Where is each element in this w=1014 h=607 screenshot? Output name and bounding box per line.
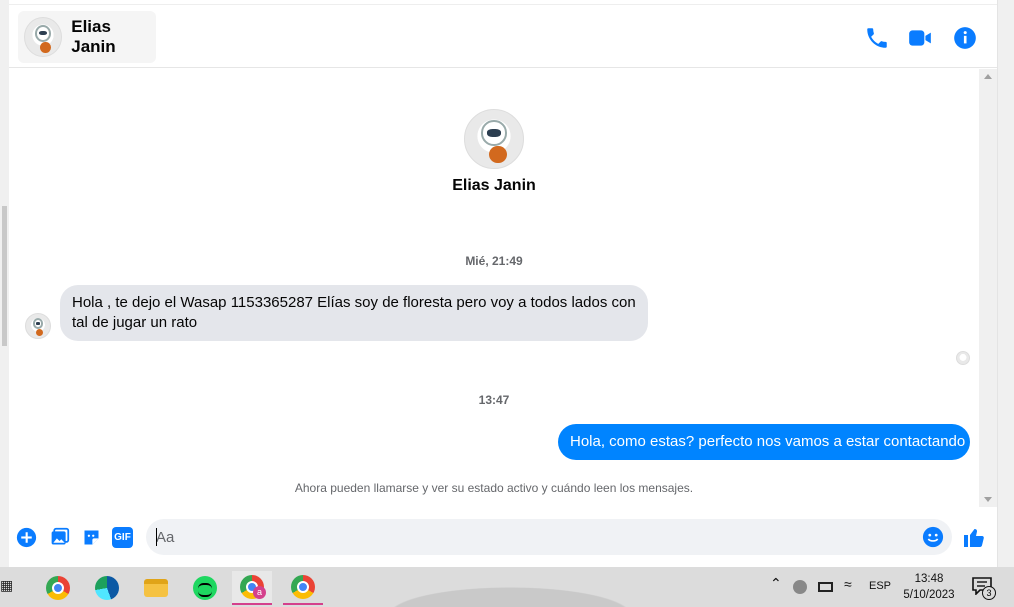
message-list[interactable]: Elias Janin Mié, 21:49 Hola , te dejo el…: [9, 69, 977, 507]
task-view-icon[interactable]: ▦: [0, 577, 16, 595]
gif-icon[interactable]: GIF: [112, 527, 133, 548]
profile-avatar[interactable]: [464, 109, 524, 169]
emoji-icon[interactable]: [922, 526, 944, 548]
phone-icon[interactable]: [864, 25, 890, 51]
file-explorer-icon: [144, 579, 168, 597]
message-composer: GIF: [9, 507, 997, 567]
spotify-icon: [193, 576, 217, 600]
edge-icon: [95, 576, 119, 600]
image-icon[interactable]: [49, 527, 70, 548]
message-timestamp: Mié, 21:49: [465, 254, 523, 268]
chat-window: Elias Janin Elias Janin Mié, 21:49 Hola …: [9, 0, 997, 567]
taskbar-edge[interactable]: [87, 571, 127, 605]
contact-name: Elias Janin: [71, 17, 116, 56]
thumbs-up-icon[interactable]: [962, 525, 986, 549]
video-camera-icon[interactable]: [907, 25, 933, 51]
status-notice: Ahora pueden llamarse y ver su estado ac…: [294, 481, 694, 495]
chrome-icon: [291, 575, 315, 599]
chrome-icon: [46, 576, 70, 600]
clock-time: 13:48: [914, 573, 944, 585]
notification-count-badge: 3: [982, 586, 996, 600]
onedrive-error-icon[interactable]: [793, 580, 807, 594]
language-indicator[interactable]: ESP: [869, 580, 891, 592]
incoming-message[interactable]: Hola , te dejo el Wasap 1153365287 Elías…: [60, 285, 648, 341]
show-hidden-icons-chevron-icon[interactable]: ⌃: [770, 575, 782, 592]
scroll-up-arrow-icon[interactable]: [984, 74, 992, 79]
message-input[interactable]: [156, 519, 916, 555]
taskbar-wallpaper: [300, 567, 720, 607]
basketball-icon: [489, 145, 507, 164]
scrollbar-thumb[interactable]: [2, 206, 7, 346]
outgoing-message[interactable]: Hola, como estas? perfecto nos vamos a e…: [558, 424, 970, 460]
info-icon[interactable]: [952, 25, 978, 51]
wifi-icon[interactable]: ≈: [844, 576, 852, 592]
battery-icon[interactable]: [818, 582, 833, 592]
sender-avatar[interactable]: [25, 313, 51, 339]
astronaut-icon: [35, 24, 52, 42]
message-input-wrapper[interactable]: [146, 519, 952, 555]
message-scrollbar[interactable]: [979, 69, 997, 507]
astronaut-icon: [481, 120, 507, 146]
taskbar-spotify[interactable]: [185, 571, 225, 605]
message-timestamp: 13:47: [478, 393, 510, 407]
taskbar-file-explorer[interactable]: [136, 571, 176, 605]
chat-header: Elias Janin: [9, 4, 997, 68]
taskbar-chrome-2[interactable]: [283, 571, 323, 605]
screen: Elias Janin Elias Janin Mié, 21:49 Hola …: [0, 0, 1014, 607]
profile-badge: a: [253, 586, 266, 599]
basketball-icon: [36, 328, 44, 337]
clock-date: 5/10/2023: [903, 589, 955, 601]
text-caret: [156, 528, 157, 546]
plus-circle-icon[interactable]: [16, 527, 37, 548]
scroll-down-arrow-icon[interactable]: [984, 497, 992, 502]
system-clock[interactable]: 13:48 5/10/2023: [896, 571, 962, 603]
taskbar-chrome-profile[interactable]: a: [232, 571, 272, 605]
contact-button[interactable]: Elias Janin: [18, 11, 156, 63]
astronaut-icon: [32, 318, 44, 329]
window-edge: [997, 0, 1014, 567]
notification-center-icon[interactable]: 3: [972, 575, 998, 600]
windows-taskbar: ▦ a ⌃ ≈ ESP 13:48 5/10/2023 3: [0, 567, 1014, 607]
page-scrollbar[interactable]: [0, 0, 9, 567]
taskbar-chrome[interactable]: [38, 571, 78, 605]
seen-indicator-avatar: [956, 351, 970, 365]
sticker-icon[interactable]: [81, 527, 102, 548]
profile-name: Elias Janin: [452, 177, 536, 194]
contact-avatar: [24, 17, 63, 57]
basketball-icon: [40, 41, 52, 53]
